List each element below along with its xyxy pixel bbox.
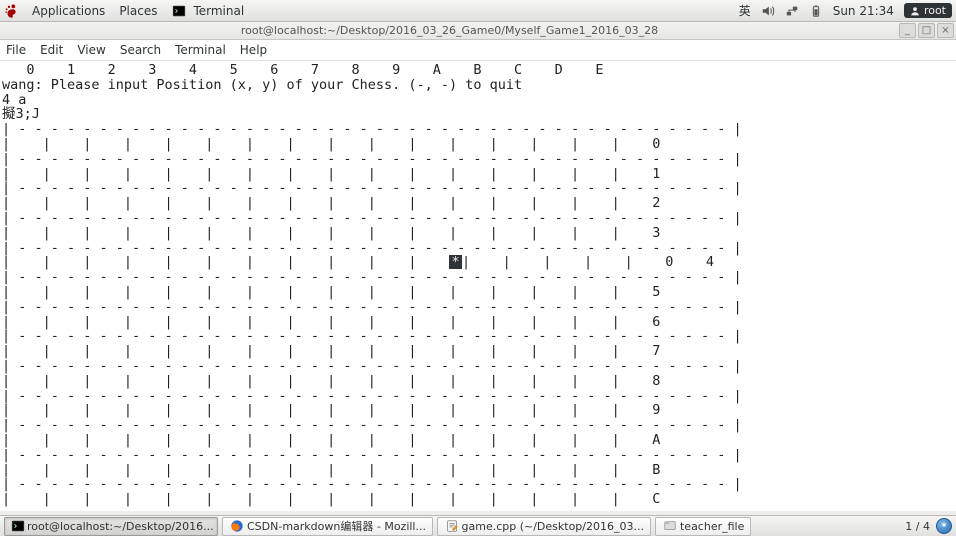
board-row-0: | | | | | | | | | | | | | | | |: [2, 136, 652, 152]
board-sep: | - - - - - - - - - - - - - - - - - - - …: [2, 269, 742, 285]
menu-help[interactable]: Help: [240, 43, 267, 57]
board-sep: | - - - - - - - - - - - - - - - - - - - …: [2, 180, 742, 196]
board-row-8: | | | | | | | | | | | | | | | |: [2, 373, 652, 389]
escape-seq: 擬3;J: [2, 106, 40, 122]
board-row-b: | | | | | | | | | | | | | | | |: [2, 462, 652, 478]
user-input: 4 a: [2, 92, 26, 108]
terminal-icon: [171, 3, 187, 19]
task-nautilus[interactable]: teacher_file: [655, 517, 751, 536]
menu-file[interactable]: File: [6, 43, 26, 57]
board-sep: | - - - - - - - - - - - - - - - - - - - …: [2, 328, 742, 344]
applications-menu[interactable]: Applications: [32, 4, 105, 18]
terminal-menubar: File Edit View Search Terminal Help: [0, 40, 956, 61]
row-label-7: 7: [652, 343, 660, 359]
board-sep: | - - - - - - - - - - - - - - - - - - - …: [2, 417, 742, 433]
board-row-6: | | | | | | | | | | | | | | | |: [2, 314, 652, 330]
gnome-bottom-panel: root@localhost:~/Desktop/2016... CSDN-ma…: [0, 515, 956, 536]
menu-edit[interactable]: Edit: [40, 43, 63, 57]
board-row-3: | | | | | | | | | | | | | | | |: [2, 225, 652, 241]
task-label: game.cpp (~/Desktop/2016_03...: [462, 520, 644, 533]
board-sep: | - - - - - - - - - - - - - - - - - - - …: [2, 388, 742, 404]
task-label: CSDN-markdown编辑器 - Mozill...: [247, 518, 426, 534]
window-maximize-button[interactable]: □: [918, 23, 935, 38]
board-row-c: | | | | | | | | | | | | | | | |: [2, 491, 652, 507]
battery-icon[interactable]: [809, 4, 823, 18]
places-menu[interactable]: Places: [119, 4, 157, 18]
row-label-a: A: [652, 432, 660, 448]
row-label-4: 4: [706, 254, 714, 270]
task-firefox[interactable]: CSDN-markdown编辑器 - Mozill...: [222, 517, 433, 536]
top-terminal-label: Terminal: [193, 4, 244, 18]
user-name: root: [924, 4, 946, 17]
task-label: teacher_file: [680, 520, 744, 533]
row-label-b: B: [652, 462, 660, 478]
terminal-icon: [11, 518, 25, 534]
window-close-button[interactable]: ×: [937, 23, 954, 38]
row-label-2: 2: [652, 195, 660, 211]
board-col-header: 0 1 2 3 4 5 6 7 8 9 A B C D E: [2, 62, 603, 78]
row-label-c: C: [652, 491, 660, 507]
board-row-5: | | | | | | | | | | | | | | | |: [2, 284, 652, 300]
row-label-1: 1: [652, 166, 660, 182]
menu-terminal[interactable]: Terminal: [175, 43, 226, 57]
board-row-a: | | | | | | | | | | | | | | | |: [2, 432, 652, 448]
board-sep: | - - - - - - - - - - - - - - - - - - - …: [2, 476, 742, 492]
board-sep: | - - - - - - - - - - - - - - - - - - - …: [2, 447, 742, 463]
board-row-2: | | | | | | | | | | | | | | | |: [2, 195, 652, 211]
gedit-icon: [444, 518, 460, 534]
board-sep: | - - - - - - - - - - - - - - - - - - - …: [2, 358, 742, 374]
board-sep: | - - - - - - - - - - - - - - - - - - - …: [2, 121, 742, 137]
task-label: root@localhost:~/Desktop/2016...: [27, 520, 214, 533]
board-sep: | - - - - - - - - - - - - - - - - - - - …: [2, 240, 742, 256]
row-label-0: 0: [652, 136, 660, 152]
prompt-line: wang: Please input Position (x, y) of yo…: [2, 77, 522, 93]
task-terminal[interactable]: root@localhost:~/Desktop/2016...: [4, 517, 218, 536]
board-row-4-pre: | | | | | | | | | | |: [2, 254, 449, 270]
window-minimize-button[interactable]: _: [899, 23, 916, 38]
row-label-6: 6: [652, 314, 660, 330]
board-row-7: | | | | | | | | | | | | | | | |: [2, 343, 652, 359]
workspace-indicator[interactable]: 1 / 4: [905, 520, 930, 533]
user-menu[interactable]: root: [904, 3, 952, 18]
board-sep: | - - - - - - - - - - - - - - - - - - - …: [2, 210, 742, 226]
row-label-3: 3: [652, 225, 660, 241]
window-title: root@localhost:~/Desktop/2016_03_26_Game…: [0, 24, 899, 37]
top-terminal-launcher[interactable]: Terminal: [171, 3, 244, 19]
firefox-icon: [229, 518, 245, 534]
ime-indicator[interactable]: 英: [739, 2, 751, 19]
menu-search[interactable]: Search: [120, 43, 161, 57]
row-label-5: 5: [652, 284, 660, 300]
terminal-output[interactable]: 0 1 2 3 4 5 6 7 8 9 A B C D E wang: Plea…: [0, 61, 956, 511]
file-manager-icon: [662, 518, 678, 534]
board-row-4-post: | | | | | 0: [462, 254, 673, 270]
gnome-foot-icon: [4, 4, 18, 18]
gnome-top-panel: Applications Places Terminal 英 Sun 21:34…: [0, 0, 956, 22]
row-label-8: 8: [652, 373, 660, 389]
chess-piece: *: [449, 255, 462, 269]
clock[interactable]: Sun 21:34: [833, 4, 894, 18]
volume-icon[interactable]: [761, 4, 775, 18]
terminal-window: root@localhost:~/Desktop/2016_03_26_Game…: [0, 22, 956, 511]
window-titlebar: root@localhost:~/Desktop/2016_03_26_Game…: [0, 22, 956, 40]
board-row-9: | | | | | | | | | | | | | | | |: [2, 402, 652, 418]
board-sep: | - - - - - - - - - - - - - - - - - - - …: [2, 151, 742, 167]
menu-view[interactable]: View: [77, 43, 105, 57]
row-label-9: 9: [652, 402, 660, 418]
network-icon[interactable]: [785, 4, 799, 18]
accessibility-icon[interactable]: ✶: [936, 518, 952, 534]
board-sep: | - - - - - - - - - - - - - - - - - - - …: [2, 299, 742, 315]
board-row-1: | | | | | | | | | | | | | | | |: [2, 166, 652, 182]
task-gedit[interactable]: game.cpp (~/Desktop/2016_03...: [437, 517, 651, 536]
